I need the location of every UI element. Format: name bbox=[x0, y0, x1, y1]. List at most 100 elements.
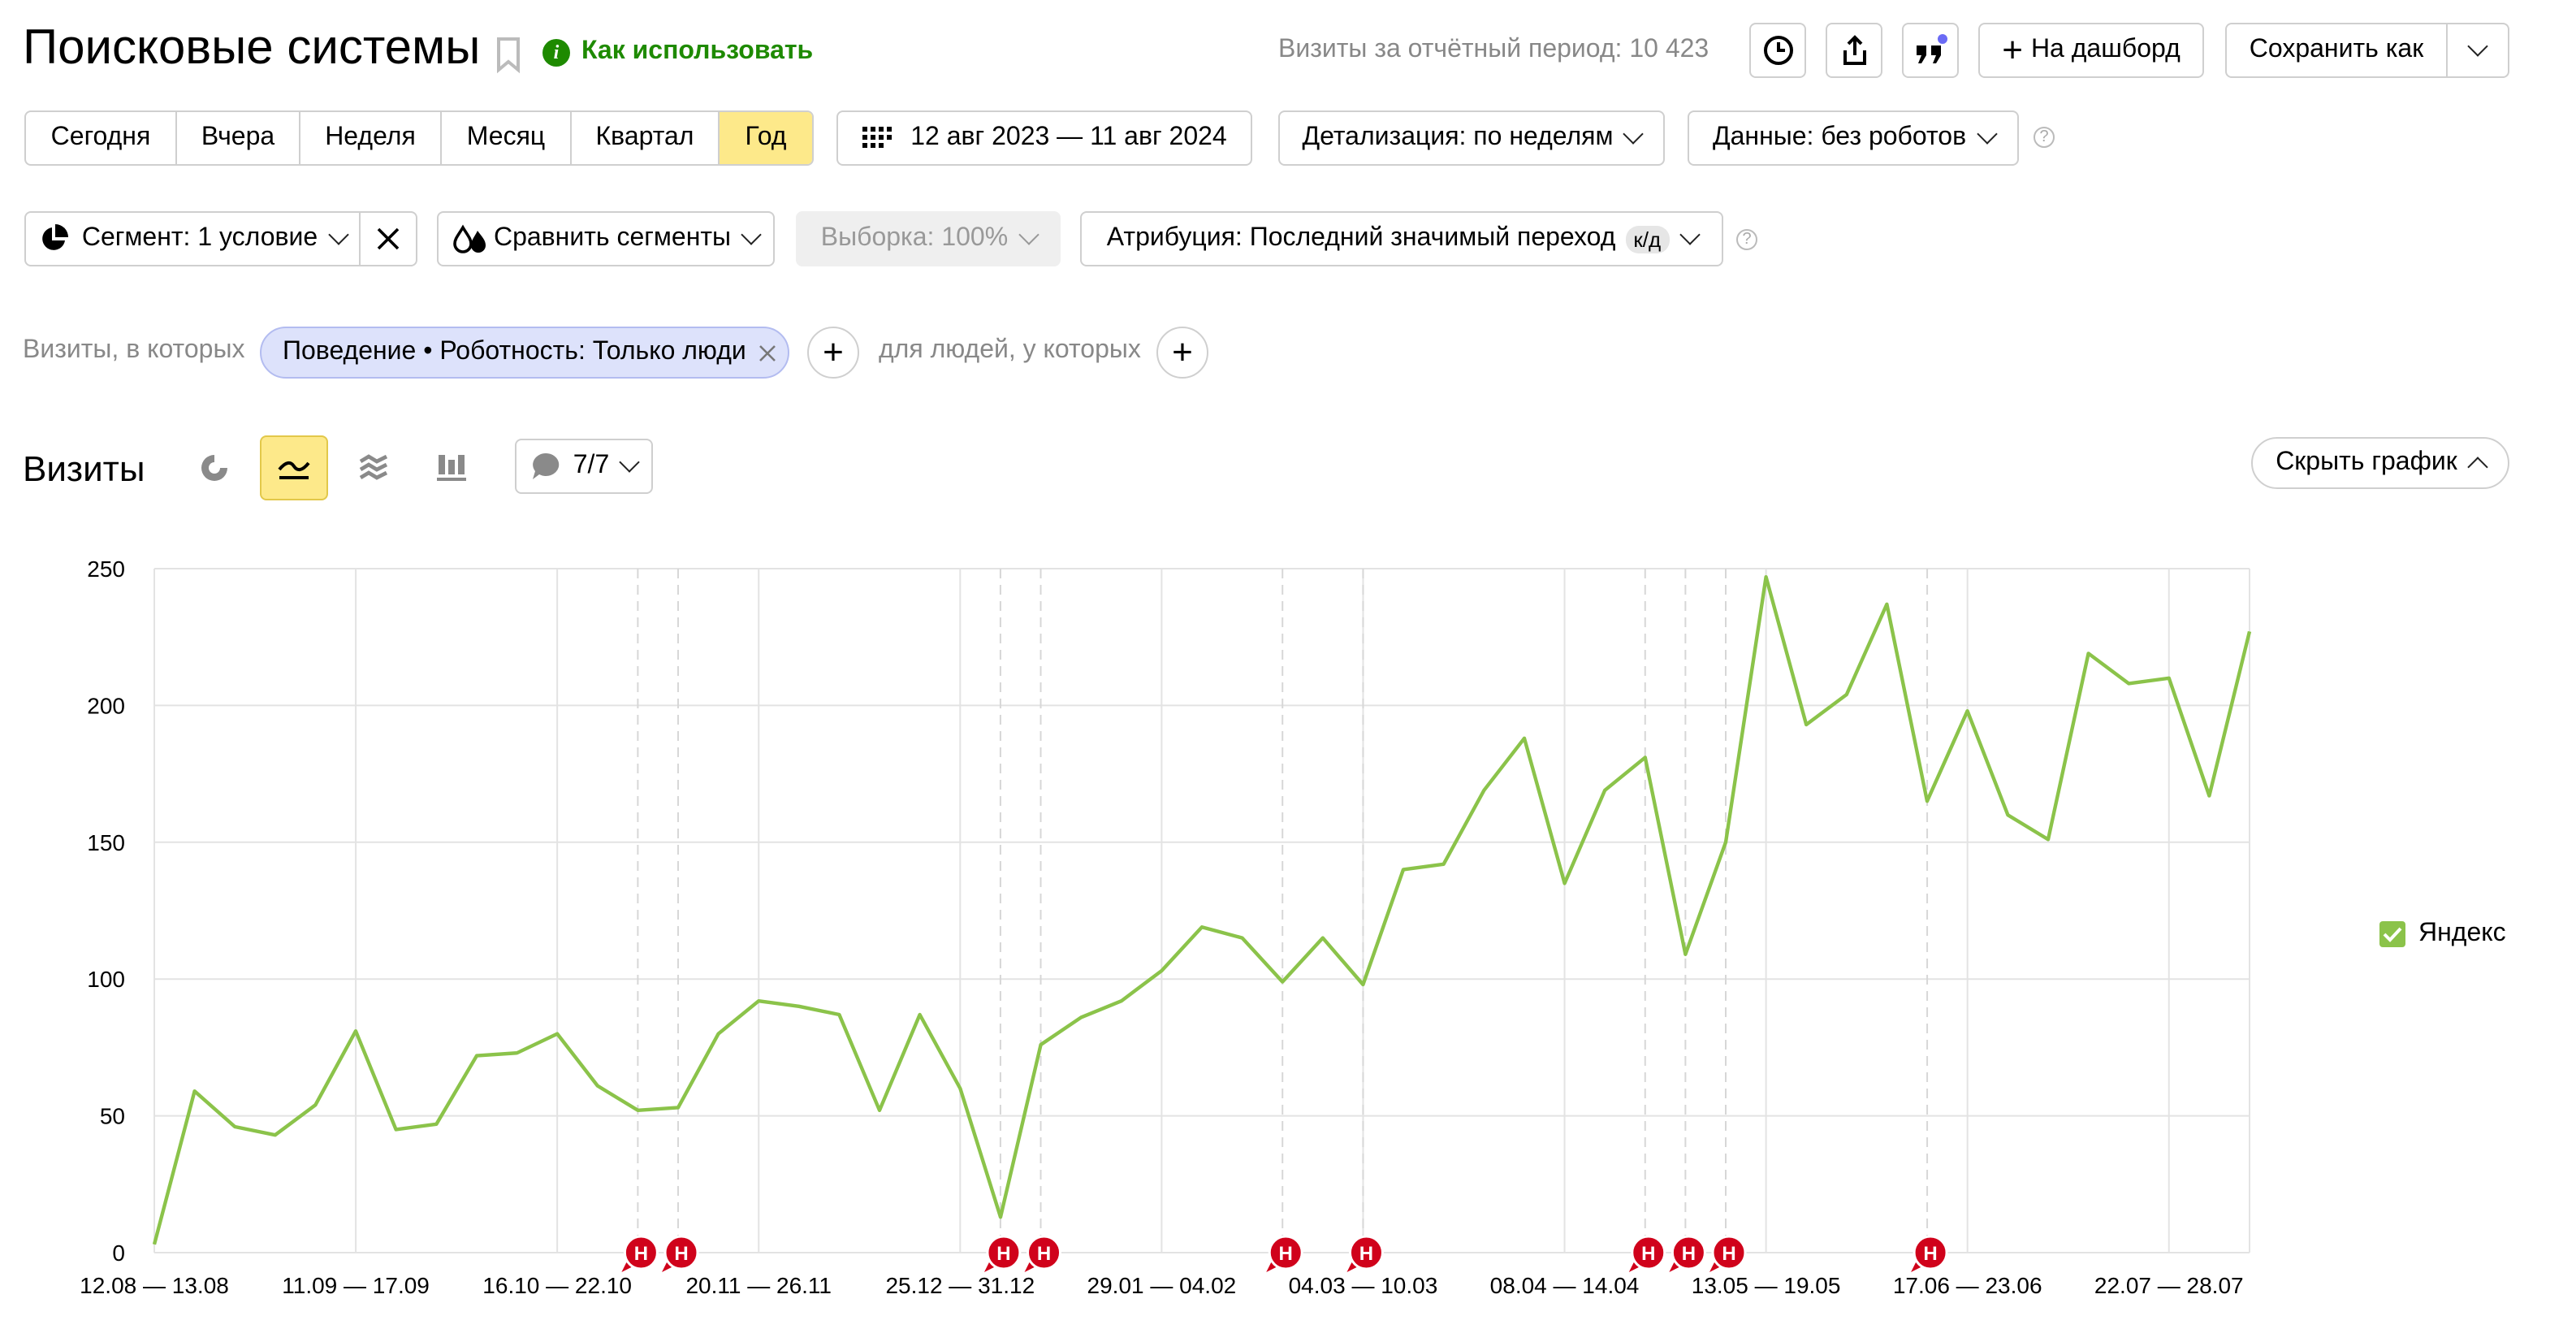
annotation-marker[interactable]: Н bbox=[983, 1235, 1022, 1272]
save-as-button[interactable]: Сохранить как bbox=[2225, 23, 2448, 78]
feedback-button[interactable] bbox=[1902, 23, 1959, 78]
period-yesterday[interactable]: Вчера bbox=[177, 112, 300, 164]
chevron-down-icon bbox=[741, 224, 762, 245]
y-tick-label: 50 bbox=[100, 1104, 125, 1129]
y-axis-ticks: 0 50 100 150 200 250 bbox=[87, 556, 125, 1266]
annotation-marker[interactable]: Н bbox=[621, 1235, 659, 1272]
x-tick-label: 13.05 — 19.05 bbox=[1692, 1273, 1841, 1298]
comment-icon bbox=[532, 452, 559, 479]
plus-icon: + bbox=[2002, 29, 2023, 70]
segment-dropdown[interactable]: Сегмент: 1 условие bbox=[24, 211, 361, 266]
annotation-label: Н bbox=[1923, 1243, 1937, 1265]
annotation-label: Н bbox=[996, 1243, 1010, 1265]
chart-type-area-button[interactable] bbox=[351, 448, 396, 487]
y-tick-label: 150 bbox=[87, 830, 125, 855]
filter-chip[interactable]: Поведение • Роботность: Только люди bbox=[260, 327, 789, 379]
date-range-picker[interactable]: 12 авг 2023 — 11 авг 2024 bbox=[836, 110, 1252, 166]
x-tick-label: 20.11 — 26.11 bbox=[685, 1273, 832, 1298]
series-lines bbox=[152, 575, 2252, 1245]
chevron-down-icon bbox=[2467, 36, 2488, 57]
detail-dropdown[interactable]: Детализация: по неделям bbox=[1278, 110, 1665, 166]
period-year[interactable]: Год bbox=[720, 112, 812, 164]
add-people-condition-button[interactable]: + bbox=[1156, 327, 1208, 379]
line-chart-icon bbox=[278, 461, 310, 479]
hide-chart-button[interactable]: Скрыть график bbox=[2251, 437, 2509, 489]
page-title: Поисковые системы bbox=[23, 21, 481, 75]
x-tick-label: 08.04 — 14.04 bbox=[1490, 1273, 1640, 1298]
x-tick-label: 16.10 — 22.10 bbox=[482, 1273, 632, 1298]
history-button[interactable] bbox=[1749, 23, 1806, 78]
drops-icon bbox=[453, 224, 486, 253]
annotation-marker[interactable]: Н bbox=[1266, 1235, 1303, 1272]
compare-segments-dropdown[interactable]: Сравнить сегменты bbox=[437, 211, 775, 266]
save-as-dropdown[interactable] bbox=[2446, 23, 2509, 78]
quote-icon bbox=[1916, 32, 1948, 63]
chevron-up-icon bbox=[2467, 456, 2488, 477]
clock-icon bbox=[1763, 36, 1792, 65]
bookmark-icon[interactable] bbox=[494, 36, 523, 75]
chart-title: Визиты bbox=[23, 448, 145, 489]
export-button[interactable] bbox=[1826, 23, 1882, 78]
y-tick-label: 0 bbox=[112, 1240, 125, 1266]
annotation-label: Н bbox=[1359, 1243, 1373, 1265]
annotation-label: Н bbox=[1722, 1243, 1735, 1265]
x-tick-label: 11.09 — 17.09 bbox=[282, 1273, 430, 1298]
stacked-area-icon bbox=[359, 454, 388, 480]
chart-type-bar-button[interactable] bbox=[429, 448, 474, 487]
annotation-marker[interactable]: Н bbox=[1911, 1235, 1948, 1272]
legend-item-yandex[interactable]: Яндекс bbox=[2379, 920, 2506, 949]
help-icon[interactable]: ? bbox=[2034, 127, 2055, 148]
close-icon[interactable] bbox=[759, 344, 777, 361]
visits-total: Визиты за отчётный период: 10 423 bbox=[1278, 36, 1709, 63]
x-tick-label: 25.12 — 31.12 bbox=[885, 1273, 1035, 1298]
annotations-dropdown[interactable]: 7/7 bbox=[515, 439, 653, 494]
annotation-marker[interactable]: Н bbox=[1628, 1235, 1666, 1272]
chevron-down-icon bbox=[1976, 123, 1997, 145]
sample-dropdown[interactable]: Выборка: 100% bbox=[796, 211, 1061, 266]
attribution-dropdown[interactable]: Атрибуция: Последний значимый переход к/… bbox=[1080, 211, 1723, 266]
period-selector: Сегодня Вчера Неделя Месяц Квартал Год bbox=[24, 110, 814, 166]
help-icon[interactable]: ? bbox=[1736, 229, 1757, 250]
annotation-label: Н bbox=[1037, 1243, 1051, 1265]
period-week[interactable]: Неделя bbox=[300, 112, 442, 164]
period-quarter[interactable]: Квартал bbox=[572, 112, 720, 164]
data-filter-dropdown[interactable]: Данные: без роботов bbox=[1688, 110, 2019, 166]
segment-clear-button[interactable] bbox=[359, 211, 417, 266]
x-tick-label: 17.06 — 23.06 bbox=[1893, 1273, 2042, 1298]
filter-people-label: для людей, у которых bbox=[879, 336, 1141, 364]
chevron-down-icon bbox=[1679, 224, 1700, 245]
checkbox-checked-icon bbox=[2379, 921, 2405, 947]
add-to-dashboard-button[interactable]: + На дашборд bbox=[1978, 23, 2204, 78]
chart-type-pie-button[interactable] bbox=[192, 448, 237, 487]
attribution-badge: к/д bbox=[1625, 225, 1670, 253]
annotation-label: Н bbox=[1641, 1243, 1655, 1265]
chart-grid bbox=[153, 568, 2250, 1253]
annotation-marker[interactable]: Н bbox=[662, 1235, 699, 1272]
share-icon bbox=[1843, 35, 1865, 65]
y-tick-label: 200 bbox=[87, 693, 125, 718]
chart-type-line-button[interactable] bbox=[260, 435, 328, 500]
annotation-label: Н bbox=[1279, 1243, 1293, 1265]
period-today[interactable]: Сегодня bbox=[26, 112, 177, 164]
x-tick-label: 22.07 — 28.07 bbox=[2094, 1273, 2244, 1298]
annotation-markers: НННННННННН bbox=[621, 1235, 1948, 1272]
period-month[interactable]: Месяц bbox=[442, 112, 572, 164]
chevron-down-icon bbox=[327, 224, 348, 245]
calendar-icon bbox=[862, 127, 892, 148]
annotation-marker[interactable]: Н bbox=[1024, 1235, 1062, 1272]
stacked-bar-icon bbox=[437, 455, 466, 481]
annotation-marker[interactable]: Н bbox=[1346, 1235, 1384, 1272]
pie-segment-icon bbox=[43, 224, 69, 250]
chevron-down-icon bbox=[1623, 123, 1645, 145]
annotation-lines bbox=[637, 569, 1929, 1253]
chevron-down-icon bbox=[619, 452, 640, 473]
annotation-marker[interactable]: Н bbox=[1709, 1235, 1747, 1272]
annotation-marker[interactable]: Н bbox=[1669, 1235, 1706, 1272]
y-tick-label: 100 bbox=[87, 967, 125, 992]
how-to-link[interactable]: i Как использовать bbox=[542, 37, 813, 67]
x-tick-label: 12.08 — 13.08 bbox=[80, 1273, 229, 1298]
info-icon: i bbox=[542, 38, 570, 66]
annotation-label: Н bbox=[634, 1243, 648, 1265]
x-tick-label: 29.01 — 04.02 bbox=[1087, 1273, 1237, 1298]
add-visit-condition-button[interactable]: + bbox=[807, 327, 859, 379]
